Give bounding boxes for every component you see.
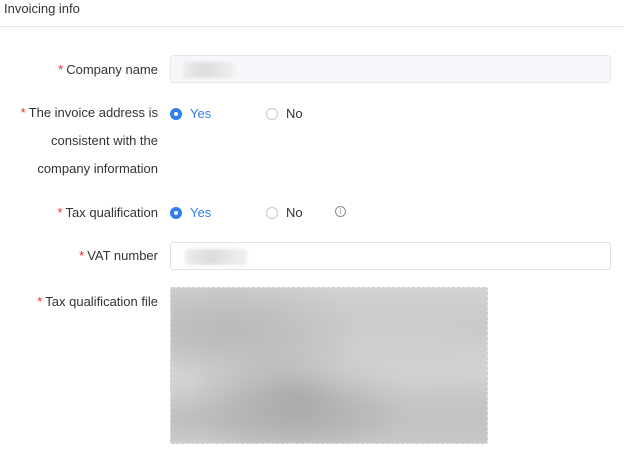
radio-unchecked-icon (266, 207, 278, 219)
required-mark: * (79, 248, 85, 263)
radio-checked-icon (170, 108, 182, 120)
file-preview-image-redacted (171, 288, 487, 443)
invoice-address-yes-radio[interactable]: Yes (170, 106, 211, 122)
invoice-address-label: * The invoice address is consistent with … (20, 105, 158, 176)
vat-number-label: * VAT number (79, 248, 158, 263)
required-mark: * (37, 294, 43, 309)
section-title: Invoicing info (4, 1, 80, 16)
radio-unchecked-icon (266, 108, 278, 120)
tax-qualification-label: * Tax qualification (57, 205, 158, 220)
vat-number-value-redacted (185, 249, 247, 265)
tax-qualification-file-label: * Tax qualification file (37, 294, 158, 309)
required-mark: * (57, 205, 63, 220)
company-name-input[interactable] (170, 55, 611, 83)
company-name-value-redacted (183, 62, 235, 78)
company-name-label: * Company name (58, 62, 158, 77)
tax-qualification-file-preview[interactable] (170, 287, 488, 444)
required-mark: * (58, 62, 64, 77)
info-circle-icon[interactable]: i (335, 206, 346, 217)
invoice-address-no-radio[interactable]: No (266, 106, 303, 122)
section-header: Invoicing info (0, 0, 624, 27)
required-mark: * (20, 105, 26, 120)
tax-qualification-no-radio[interactable]: No (266, 205, 303, 221)
radio-checked-icon (170, 207, 182, 219)
tax-qualification-yes-radio[interactable]: Yes (170, 205, 211, 221)
vat-number-input[interactable] (170, 242, 611, 270)
